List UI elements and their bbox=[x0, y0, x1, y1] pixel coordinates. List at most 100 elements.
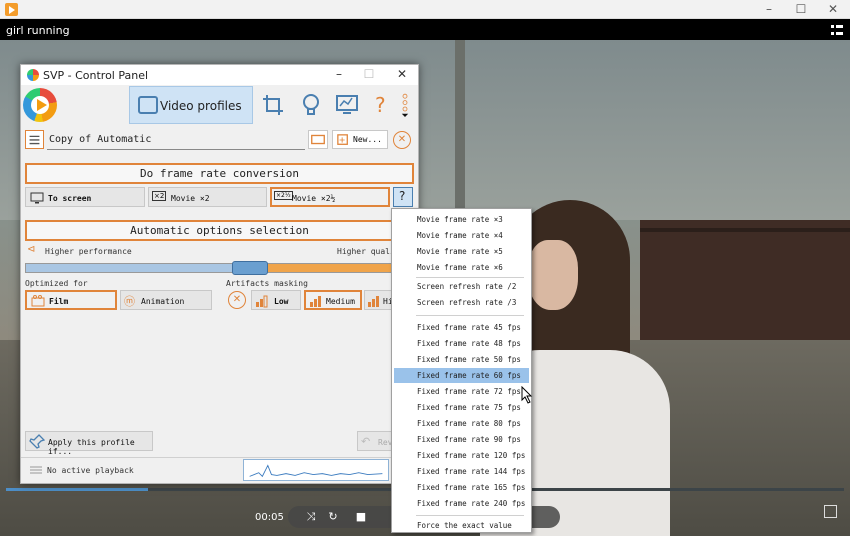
new-profile-icon bbox=[337, 134, 348, 145]
no-active-playback-label: No active playback bbox=[47, 466, 134, 475]
dropdown-separator bbox=[416, 515, 524, 516]
fullscreen-icon[interactable] bbox=[824, 505, 837, 518]
status-divider bbox=[21, 457, 418, 458]
masking-low-button[interactable]: Low bbox=[251, 290, 301, 310]
dropdown-item[interactable]: Movie frame rate ×3 bbox=[394, 212, 529, 227]
close-button[interactable]: ✕ bbox=[818, 1, 848, 17]
playlist-icon[interactable] bbox=[831, 25, 843, 36]
stop-icon[interactable]: ■ bbox=[354, 510, 368, 524]
automatic-options-button[interactable]: Automatic options selection bbox=[25, 220, 414, 241]
svp-minimize-button[interactable]: – bbox=[329, 67, 349, 83]
frame-rate-conversion-button[interactable]: Do frame rate conversion bbox=[25, 163, 414, 184]
svg-text:?: ? bbox=[375, 93, 386, 117]
higher-performance-label: Higher performance bbox=[45, 247, 132, 256]
svp-logo-play-icon bbox=[37, 99, 47, 111]
dropdown-item[interactable]: Fixed frame rate 120 fps bbox=[394, 448, 529, 463]
frame-rate-dropdown-menu: Movie frame rate ×3 Movie frame rate ×4 Mo… bbox=[391, 208, 532, 533]
dropdown-item[interactable]: Fixed frame rate 144 fps bbox=[394, 464, 529, 479]
new-profile-label: New... bbox=[353, 135, 382, 144]
x25-icon: ×2½ bbox=[274, 191, 293, 200]
movie-x25-button[interactable]: ×2½ Movie ×2½ bbox=[270, 187, 390, 207]
masking-high-button[interactable]: Hi bbox=[364, 290, 393, 310]
rewind-icon: ⊲ bbox=[27, 244, 36, 255]
load-graph bbox=[243, 459, 389, 481]
svp-title: SVP - Control Panel bbox=[43, 69, 149, 82]
film-label: Film bbox=[49, 297, 69, 306]
film-icon bbox=[31, 295, 45, 307]
seek-bar-fill bbox=[6, 488, 149, 491]
animation-icon: ⓜ bbox=[124, 295, 135, 308]
profile-menu-button[interactable] bbox=[25, 130, 44, 149]
bars-low-icon bbox=[256, 295, 268, 308]
video-profiles-icon bbox=[138, 96, 158, 114]
bars-medium-icon bbox=[310, 296, 321, 307]
to-screen-label: To screen bbox=[48, 194, 92, 203]
dropdown-item[interactable]: Movie frame rate ×4 bbox=[394, 228, 529, 243]
dropdown-item[interactable]: Fixed frame rate 240 fps bbox=[394, 496, 529, 511]
tab-video-profiles[interactable]: Video profiles bbox=[129, 86, 253, 124]
apply-profile-if-button[interactable]: Apply this profile if... bbox=[25, 431, 153, 456]
masking-off-icon[interactable]: ✕ bbox=[228, 291, 246, 309]
player-titlebar: – ☐ ✕ bbox=[0, 0, 850, 19]
minimize-button[interactable]: – bbox=[754, 1, 784, 17]
status-menu-icon[interactable] bbox=[29, 465, 43, 475]
dropdown-item[interactable]: Fixed frame rate 48 fps bbox=[394, 336, 529, 351]
dropdown-item[interactable]: Fixed frame rate 80 fps bbox=[394, 416, 529, 431]
time-label: 00:05 bbox=[255, 512, 284, 523]
animation-label: Animation bbox=[141, 297, 185, 306]
dropdown-item[interactable]: Fixed frame rate 60 fps bbox=[394, 368, 529, 383]
dropdown-item[interactable]: Screen refresh rate /3 bbox=[394, 295, 529, 310]
optimized-for-label: Optimized for bbox=[25, 279, 88, 288]
dropdown-item[interactable]: Movie frame rate ×6 bbox=[394, 260, 529, 275]
revert-button[interactable]: ↶ Rev bbox=[357, 431, 393, 451]
dropdown-item[interactable]: Fixed frame rate 50 fps bbox=[394, 352, 529, 367]
lightbulb-icon[interactable] bbox=[299, 93, 323, 117]
monitor-icon[interactable] bbox=[335, 93, 359, 117]
delete-profile-icon[interactable]: ✕ bbox=[393, 131, 411, 149]
dropdown-item[interactable]: Fixed frame rate 45 fps bbox=[394, 320, 529, 335]
player-app-icon bbox=[5, 3, 18, 16]
masking-low-label: Low bbox=[274, 297, 289, 306]
svp-app-icon bbox=[27, 69, 39, 81]
svp-maximize-button[interactable]: ☐ bbox=[359, 67, 379, 83]
profile-name-field[interactable]: Copy of Automatic bbox=[47, 131, 305, 150]
movie-x25-label: Movie ×2½ bbox=[292, 194, 336, 203]
film-button[interactable]: Film bbox=[25, 290, 117, 310]
new-profile-button[interactable]: New... bbox=[332, 130, 388, 149]
rename-profile-button[interactable] bbox=[308, 130, 328, 149]
dropdown-item[interactable]: Screen refresh rate /2 bbox=[394, 279, 529, 294]
dropdown-item[interactable]: Fixed frame rate 90 fps bbox=[394, 432, 529, 447]
svp-logo[interactable] bbox=[23, 88, 57, 122]
movie-x2-button[interactable]: ×2 Movie ×2 bbox=[148, 187, 267, 207]
artifacts-masking-label: Artifacts masking bbox=[226, 279, 308, 288]
player-header: girl running bbox=[0, 20, 850, 40]
frame-step-icon[interactable]: ⤨ bbox=[304, 510, 318, 524]
more-options-icon[interactable] bbox=[397, 93, 413, 117]
revert-icon: ↶ bbox=[361, 435, 371, 448]
svp-control-panel: SVP - Control Panel – ☐ ✕ Video profiles… bbox=[20, 64, 419, 484]
svp-close-button[interactable]: ✕ bbox=[392, 67, 412, 83]
help-icon[interactable]: ? bbox=[369, 93, 393, 117]
maximize-button[interactable]: ☐ bbox=[786, 1, 816, 17]
repeat-icon[interactable]: ↻ bbox=[326, 510, 340, 524]
svp-toolbar: Video profiles ? bbox=[21, 85, 418, 125]
crop-icon[interactable] bbox=[261, 93, 285, 117]
dropdown-item[interactable]: Fixed frame rate 72 fps bbox=[394, 384, 529, 399]
svp-titlebar: SVP - Control Panel – ☐ ✕ bbox=[21, 65, 418, 85]
video-title: girl running bbox=[6, 24, 70, 37]
bars-high-icon bbox=[368, 296, 379, 307]
dropdown-item[interactable]: Fixed frame rate 165 fps bbox=[394, 480, 529, 495]
to-screen-button[interactable]: To screen bbox=[25, 187, 145, 207]
dropdown-item[interactable]: Fixed frame rate 75 fps bbox=[394, 400, 529, 415]
more-rates-dropdown-button[interactable]: ? bbox=[393, 187, 413, 207]
animation-button[interactable]: ⓜ Animation bbox=[120, 290, 212, 310]
quality-slider-thumb[interactable] bbox=[232, 261, 269, 275]
question-icon: ? bbox=[399, 189, 406, 203]
dropdown-item[interactable]: Movie frame rate ×5 bbox=[394, 244, 529, 259]
x2-icon: ×2 bbox=[152, 191, 167, 201]
dropdown-item[interactable]: Force the exact value bbox=[394, 518, 529, 533]
dropdown-separator bbox=[416, 315, 524, 316]
movie-x2-label: Movie ×2 bbox=[171, 194, 210, 203]
quality-slider[interactable] bbox=[25, 261, 393, 275]
masking-medium-button[interactable]: Medium bbox=[304, 290, 362, 310]
